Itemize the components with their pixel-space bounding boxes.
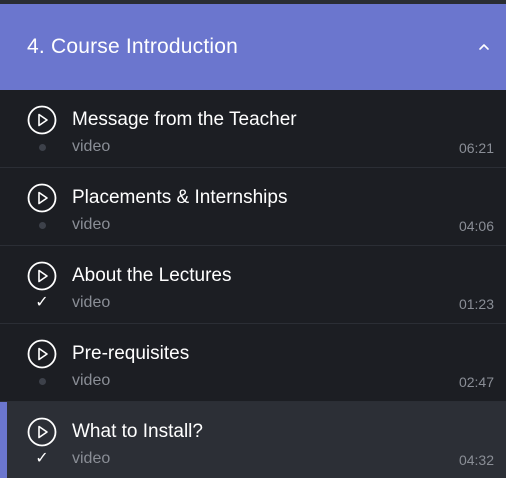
checkmark-icon: ✓ (35, 450, 49, 467)
lecture-title: About the Lectures (72, 265, 232, 286)
lecture-title: Message from the Teacher (72, 109, 297, 130)
lecture-type: video (72, 372, 111, 389)
lecture-title: Pre-requisites (72, 343, 190, 364)
play-circle-icon[interactable] (27, 417, 57, 447)
lecture-item-active[interactable]: ✓ What to Install? video 04:32 (0, 402, 506, 478)
section-title: 4. Course Introduction (27, 35, 239, 58)
lecture-item[interactable]: Message from the Teacher video 06:21 (0, 90, 506, 168)
lecture-duration: 04:32 (458, 452, 494, 468)
lecture-type: video (72, 138, 111, 155)
checkmark-icon: ✓ (35, 294, 49, 311)
lecture-duration: 06:21 (458, 140, 494, 156)
lecture-type: video (72, 216, 111, 233)
play-circle-icon[interactable] (27, 261, 57, 291)
lecture-type: video (72, 294, 111, 311)
incomplete-status (33, 216, 51, 234)
play-circle-icon[interactable] (27, 183, 57, 213)
completed-status: ✓ (33, 294, 51, 312)
lecture-type: video (72, 450, 111, 467)
lecture-title: Placements & Internships (72, 187, 288, 208)
dot-icon (38, 377, 46, 385)
lecture-list: Message from the Teacher video 06:21 Pla… (0, 90, 506, 478)
lecture-item[interactable]: Pre-requisites video 02:47 (0, 324, 506, 402)
incomplete-status (33, 138, 51, 156)
play-circle-icon[interactable] (27, 339, 57, 369)
incomplete-status (33, 372, 51, 390)
section-header[interactable]: 4. Course Introduction (0, 4, 506, 90)
dot-icon (38, 143, 46, 151)
dot-icon (38, 221, 46, 229)
chevron-up-icon[interactable] (477, 40, 491, 54)
lecture-duration: 01:23 (458, 296, 494, 312)
lecture-duration: 04:06 (458, 218, 494, 234)
lecture-duration: 02:47 (458, 374, 494, 390)
lecture-title: What to Install? (72, 421, 203, 442)
play-circle-icon[interactable] (27, 105, 57, 135)
lecture-item[interactable]: Placements & Internships video 04:06 (0, 168, 506, 246)
active-indicator (0, 402, 7, 478)
completed-status: ✓ (33, 450, 51, 468)
lecture-item[interactable]: ✓ About the Lectures video 01:23 (0, 246, 506, 324)
